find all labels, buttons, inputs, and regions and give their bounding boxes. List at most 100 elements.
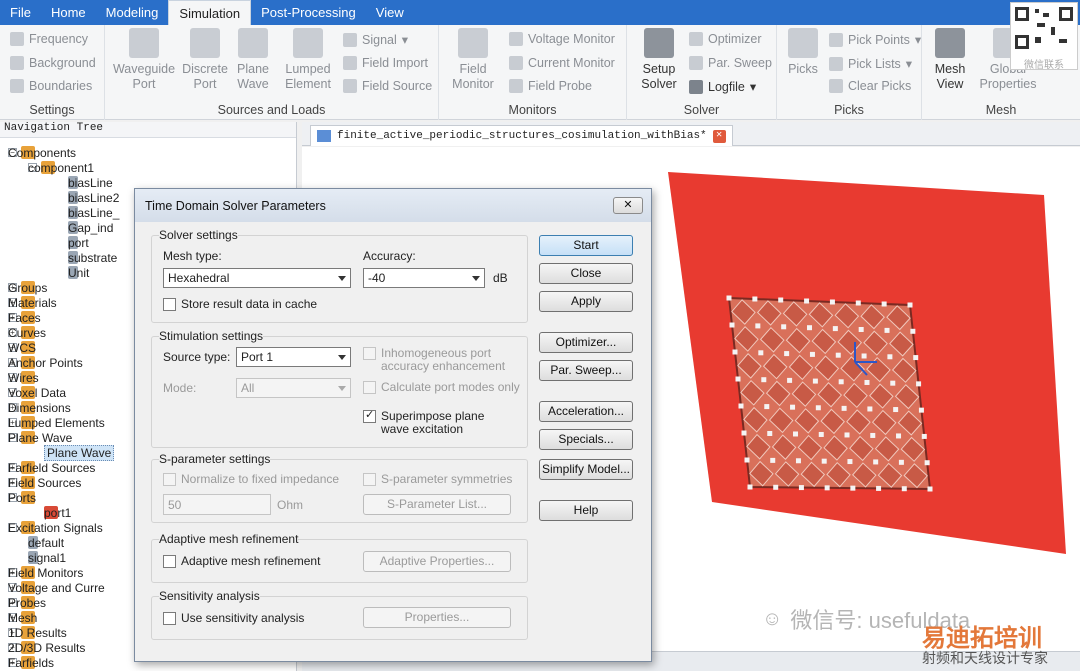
tree-item[interactable]: + Farfields (8, 655, 54, 670)
tree-item[interactable]: port (68, 235, 89, 250)
acceleration-button[interactable]: Acceleration... (539, 401, 633, 422)
store-cache-checkbox[interactable]: Store result data in cache (163, 298, 317, 311)
tree-item[interactable]: + Field Monitors (8, 565, 83, 580)
lumped-element-button[interactable]: Lumped Element (280, 28, 336, 92)
par-sweep-button[interactable]: Par. Sweep... (539, 360, 633, 381)
field-import-button[interactable]: Field Import (343, 56, 428, 70)
tree-item[interactable]: − component1 (28, 160, 94, 175)
field-source-button[interactable]: Field Source (343, 79, 432, 93)
tree-item[interactable]: +2D/3D Results (8, 640, 85, 655)
tree-item[interactable]: default (28, 535, 64, 550)
picks-button[interactable]: Picks (777, 28, 829, 77)
tree-item[interactable]: biasLine2 (68, 190, 119, 205)
field-probe-button[interactable]: Field Probe (509, 79, 592, 93)
adaptive-properties-button[interactable]: Adaptive Properties... (363, 551, 511, 572)
checkbox-box[interactable] (163, 473, 176, 486)
checkbox-box[interactable] (363, 347, 376, 360)
tree-item[interactable]: Unit (68, 265, 89, 280)
tree-item[interactable]: + Lumped Elements (8, 415, 105, 430)
dialog-close-button[interactable]: ✕ (613, 197, 643, 214)
tree-item[interactable]: + Mesh (8, 610, 37, 625)
sparameter-list-button[interactable]: S-Parameter List... (363, 494, 511, 515)
tree-item[interactable]: biasLine (68, 175, 113, 190)
tree-item[interactable]: + Anchor Points (8, 355, 83, 370)
menu-modeling[interactable]: Modeling (96, 0, 169, 25)
tree-item[interactable]: − Ports (8, 490, 36, 505)
tree-item[interactable]: signal1 (28, 550, 66, 565)
background-button[interactable]: Background (10, 56, 96, 70)
tree-item[interactable]: Plane Wave (44, 444, 115, 461)
checkbox-box[interactable] (163, 612, 176, 625)
tree-item[interactable]: + Voltage and Curre (8, 580, 105, 595)
optimizer-button[interactable]: Optimizer... (539, 332, 633, 353)
menu-home[interactable]: Home (41, 0, 96, 25)
tree-item[interactable]: + Dimensions (8, 400, 71, 415)
tree-item[interactable]: + Faces (8, 310, 41, 325)
tree-item[interactable]: Gap_ind (68, 220, 113, 235)
document-tab[interactable]: finite_active_periodic_structures_cosimu… (310, 125, 733, 146)
calc-port-modes-checkbox[interactable]: Calculate port modes only (363, 381, 520, 394)
setup-solver-button[interactable]: Setup Solver (631, 28, 687, 92)
tree-item[interactable]: +1D Results (8, 625, 67, 640)
tree-item-label: signal1 (28, 550, 67, 565)
par-sweep-ribbon-button[interactable]: Par. Sweep (689, 56, 772, 70)
accuracy-select[interactable]: -40 (363, 268, 485, 288)
optimizer-ribbon-button[interactable]: Optimizer (689, 32, 761, 46)
sensitivity-checkbox[interactable]: Use sensitivity analysis (163, 612, 304, 625)
tree-item[interactable]: biasLine_ (68, 205, 119, 220)
tree-item[interactable]: − Excitation Signals (8, 520, 103, 535)
mode-select[interactable]: All (236, 378, 351, 398)
boundaries-button[interactable]: Boundaries (10, 79, 92, 93)
menu-simulation[interactable]: Simulation (168, 0, 252, 25)
tree-item[interactable]: + Wires (8, 370, 39, 385)
tree-item[interactable]: port1 (44, 505, 71, 520)
checkbox-box[interactable] (163, 298, 176, 311)
frequency-button[interactable]: Frequency (10, 32, 88, 46)
adaptive-mesh-checkbox[interactable]: Adaptive mesh refinement (163, 555, 320, 568)
specials-button[interactable]: Specials... (539, 429, 633, 450)
field-monitor-button[interactable]: Field Monitor (445, 28, 501, 92)
normalize-impedance-checkbox[interactable]: Normalize to fixed impedance (163, 473, 339, 486)
menu-file[interactable]: File (0, 0, 41, 25)
tree-item[interactable]: + Probes (8, 595, 46, 610)
apply-button[interactable]: Apply (539, 291, 633, 312)
tree-item[interactable]: − Plane Wave (8, 430, 72, 445)
tree-item[interactable]: + WCS (8, 340, 36, 355)
superimpose-checkbox[interactable]: Superimpose plane wave excitation (363, 409, 513, 436)
close-icon[interactable]: ✕ (712, 129, 726, 143)
checkbox-box[interactable] (363, 381, 376, 394)
source-type-select[interactable]: Port 1 (236, 347, 351, 367)
menu-post-processing[interactable]: Post-Processing (251, 0, 366, 25)
checkbox-box[interactable] (363, 473, 376, 486)
simplify-model-button[interactable]: Simplify Model... (539, 459, 633, 480)
sparameter-symmetries-checkbox[interactable]: S-parameter symmetries (363, 473, 512, 486)
sensitivity-properties-button[interactable]: Properties... (363, 607, 511, 628)
checkbox-box[interactable] (163, 555, 176, 568)
tree-item[interactable]: + Field Sources (8, 475, 81, 490)
mesh-view-button[interactable]: Mesh View (922, 28, 978, 92)
impedance-input[interactable]: 50 (163, 494, 271, 515)
logfile-button[interactable]: Logfile ▾ (689, 79, 756, 94)
checkbox-box[interactable] (363, 409, 376, 423)
plane-wave-button[interactable]: Plane Wave (225, 28, 281, 92)
menu-view[interactable]: View (366, 0, 414, 25)
help-button[interactable]: Help (539, 500, 633, 521)
waveguide-port-button[interactable]: Waveguide Port (110, 28, 178, 92)
signal-button[interactable]: Signal ▾ (343, 32, 408, 47)
mesh-type-select[interactable]: Hexahedral (163, 268, 351, 288)
tree-item[interactable]: − Components (8, 145, 76, 160)
current-monitor-button[interactable]: Current Monitor (509, 56, 615, 70)
pick-lists-button[interactable]: Pick Lists ▾ (829, 56, 912, 71)
tree-item[interactable]: substrate (68, 250, 117, 265)
pick-points-button[interactable]: Pick Points ▾ (829, 32, 921, 47)
tree-item[interactable]: + Materials (8, 295, 57, 310)
inhomogeneous-checkbox[interactable]: Inhomogeneous port accuracy enhancement (363, 347, 513, 373)
clear-picks-button[interactable]: Clear Picks (829, 79, 911, 93)
tree-item[interactable]: + Farfield Sources (8, 460, 95, 475)
close-button[interactable]: Close (539, 263, 633, 284)
start-button[interactable]: Start (539, 235, 633, 256)
tree-item[interactable]: + Voxel Data (8, 385, 66, 400)
tree-item[interactable]: + Curves (8, 325, 46, 340)
tree-item[interactable]: + Groups (8, 280, 47, 295)
voltage-monitor-button[interactable]: Voltage Monitor (509, 32, 615, 46)
